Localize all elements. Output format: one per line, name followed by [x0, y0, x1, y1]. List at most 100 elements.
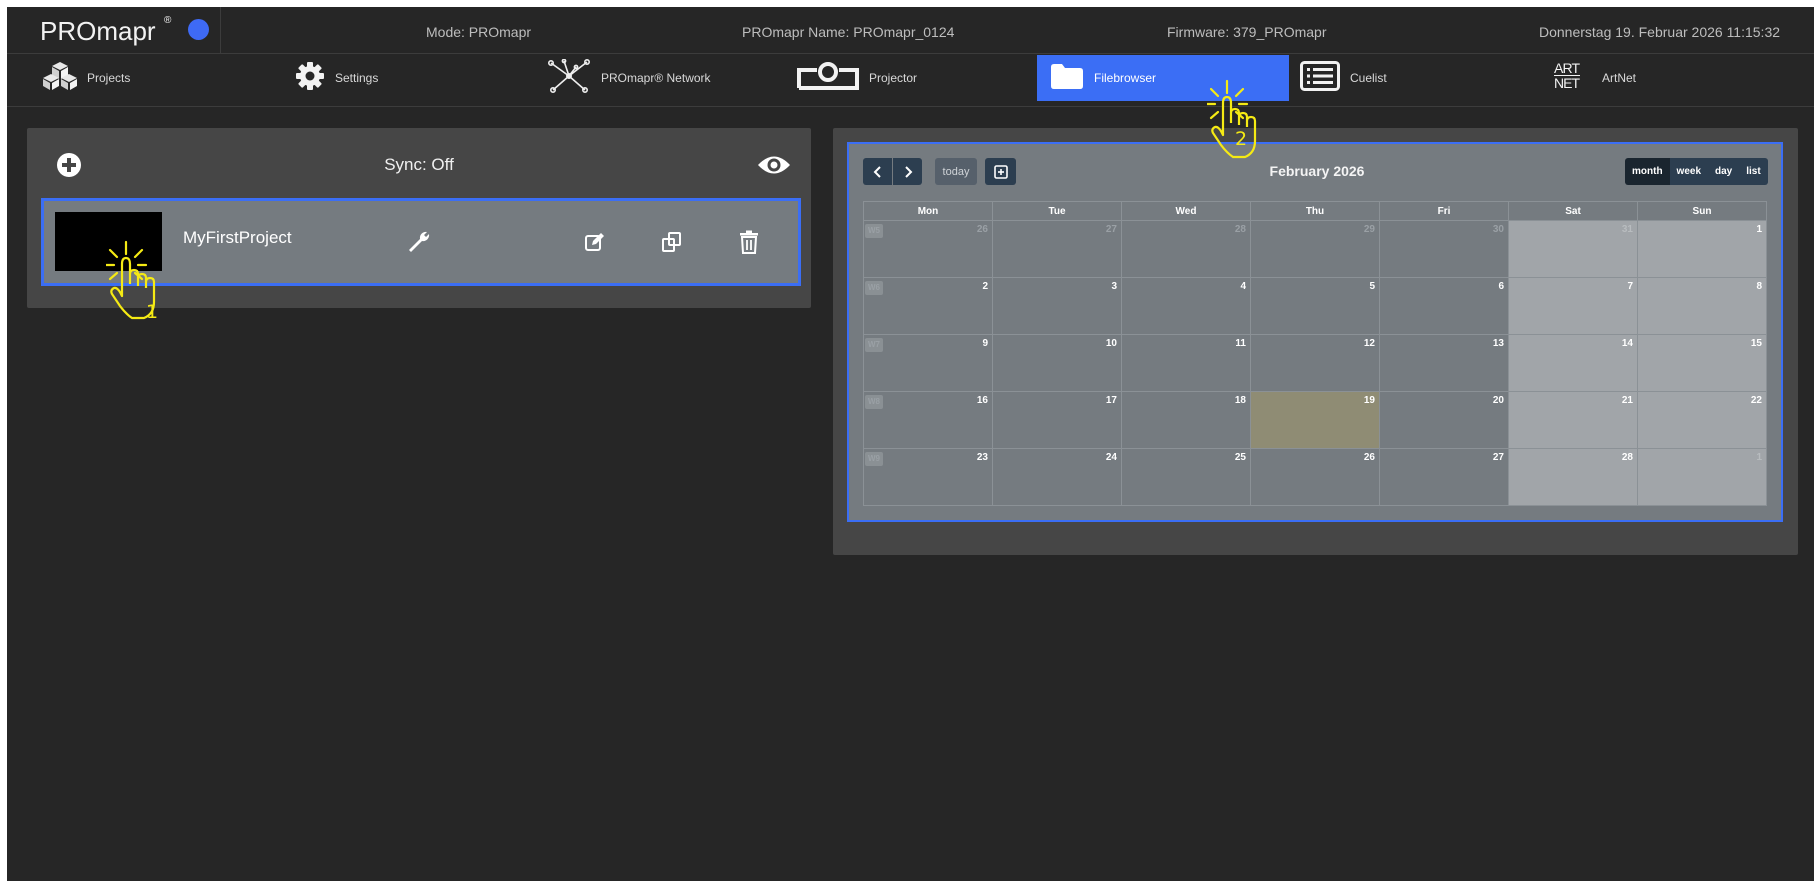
calendar-day[interactable]: 14	[1508, 334, 1638, 392]
status-bar: PROmapr ® Mode: PROmapr PROmapr Name: PR…	[7, 7, 1814, 54]
tap-hand-icon	[1205, 79, 1277, 172]
day-number: 26	[976, 224, 988, 235]
project-name: MyFirstProject	[183, 228, 292, 247]
day-number: 19	[1363, 395, 1375, 406]
calendar-day[interactable]: 3	[992, 277, 1122, 335]
calendar-day[interactable]: 1	[1637, 220, 1767, 278]
calendar-day[interactable]: 28	[1121, 220, 1251, 278]
cubes-icon	[43, 61, 77, 96]
calendar-day[interactable]: W5 26	[863, 220, 993, 278]
network-icon	[547, 58, 591, 98]
calendar-day[interactable]: 27	[1379, 448, 1509, 506]
calendar-day[interactable]: 1	[1637, 448, 1767, 506]
week-number: W8	[865, 395, 883, 409]
nav-tab-cuelist[interactable]: Cuelist	[1300, 55, 1500, 101]
nav-tab-network[interactable]: PROmapr® Network	[547, 55, 767, 101]
edit-icon[interactable]	[581, 228, 609, 256]
logo-registered-mark: ®	[164, 15, 172, 26]
trash-icon[interactable]	[735, 228, 763, 256]
nav-tab-settings[interactable]: Settings	[295, 55, 495, 101]
calendar-day[interactable]: 25	[1121, 448, 1251, 506]
calendar-day[interactable]: 17	[992, 391, 1122, 449]
calendar-day[interactable]: 5	[1250, 277, 1380, 335]
view-month-button[interactable]: month	[1625, 158, 1670, 185]
calendar-day[interactable]: 26	[1250, 448, 1380, 506]
calendar-day[interactable]: 13	[1379, 334, 1509, 392]
day-number: 2	[982, 281, 988, 292]
mode-status: Mode: PROmapr	[426, 24, 532, 40]
sync-status: Sync: Off	[384, 155, 454, 174]
day-number: 17	[1105, 395, 1117, 406]
app-logo: PROmapr	[40, 16, 156, 46]
weekday-header: Thu	[1250, 201, 1380, 221]
calendar-view-switcher: month week day list	[1625, 158, 1768, 185]
calendar-day[interactable]: 31	[1508, 220, 1638, 278]
weekday-header: Tue	[992, 201, 1122, 221]
calendar-day[interactable]: 22	[1637, 391, 1767, 449]
nav-tab-projector[interactable]: Projector	[797, 55, 997, 101]
day-number: 28	[1621, 452, 1633, 463]
day-number: 20	[1492, 395, 1504, 406]
day-number: 26	[1363, 452, 1375, 463]
calendar-grid: Mon Tue Wed Thu Fri Sat Sun W5 26 27 28 2	[863, 201, 1767, 506]
nav-label-settings: Settings	[335, 71, 379, 85]
calendar-day[interactable]: 28	[1508, 448, 1638, 506]
folder-icon	[1050, 62, 1084, 95]
calendar-day[interactable]: 29	[1250, 220, 1380, 278]
nav-label-filebrowser: Filebrowser	[1094, 71, 1157, 85]
firmware-status: Firmware: 379_PROmapr	[1167, 24, 1327, 40]
calendar-day[interactable]: W9 23	[863, 448, 993, 506]
calendar-day[interactable]: 10	[992, 334, 1122, 392]
calendar-day[interactable]: W6 2	[863, 277, 993, 335]
calendar-week-row: W8 16 17 18 19 20 21 22	[863, 391, 1767, 449]
nav-label-network: PROmapr® Network	[601, 71, 711, 85]
view-day-button[interactable]: day	[1708, 158, 1740, 185]
tap-step-number: 2	[1235, 128, 1248, 150]
eye-icon[interactable]	[757, 154, 791, 176]
week-number: W5	[865, 224, 883, 238]
day-number: 21	[1621, 395, 1633, 406]
calendar-day[interactable]: 11	[1121, 334, 1251, 392]
tap-hand-icon	[104, 240, 176, 333]
calendar-day[interactable]: 30	[1379, 220, 1509, 278]
calendar-day[interactable]: 21	[1508, 391, 1638, 449]
calendar-week-row: W9 23 24 25 26 27 28 1	[863, 448, 1767, 506]
day-number: 10	[1105, 338, 1117, 349]
calendar-day[interactable]: 8	[1637, 277, 1767, 335]
day-number: 15	[1750, 338, 1762, 349]
calendar-day[interactable]: 27	[992, 220, 1122, 278]
view-week-button[interactable]: week	[1669, 158, 1709, 185]
calendar-day[interactable]: 18	[1121, 391, 1251, 449]
calendar-day[interactable]: W7 9	[863, 334, 993, 392]
day-number: 6	[1498, 281, 1504, 292]
svg-text:ART: ART	[1554, 60, 1580, 76]
calendar-day-today[interactable]: 19	[1250, 391, 1380, 449]
nav-tab-projects[interactable]: Projects	[43, 55, 243, 101]
duplicate-icon[interactable]	[658, 228, 686, 256]
weekday-header: Wed	[1121, 201, 1251, 221]
wrench-icon[interactable]	[405, 228, 433, 256]
calendar-day[interactable]: 20	[1379, 391, 1509, 449]
day-number: 1	[1756, 452, 1762, 463]
calendar-week-row: W5 26 27 28 29 30 31 1	[863, 220, 1767, 278]
day-number: 11	[1235, 338, 1246, 349]
day-number: 7	[1627, 281, 1633, 292]
calendar-day[interactable]: W8 16	[863, 391, 993, 449]
nav-label-projector: Projector	[869, 71, 918, 85]
day-number: 27	[1492, 452, 1504, 463]
calendar-day[interactable]: 24	[992, 448, 1122, 506]
datetime-status: Donnerstag 19. Februar 2026 11:15:32	[1539, 24, 1781, 40]
calendar-day[interactable]: 6	[1379, 277, 1509, 335]
calendar-day[interactable]: 15	[1637, 334, 1767, 392]
nav-tab-artnet[interactable]: ART NET ArtNet	[1552, 55, 1752, 101]
view-list-button[interactable]: list	[1739, 158, 1768, 185]
day-number: 28	[1234, 224, 1246, 235]
day-number: 3	[1111, 281, 1117, 292]
calendar-day[interactable]: 7	[1508, 277, 1638, 335]
day-number: 14	[1621, 338, 1633, 349]
calendar-day[interactable]: 12	[1250, 334, 1380, 392]
device-name-status: PROmapr Name: PROmapr_0124	[742, 24, 955, 40]
weekday-header: Sun	[1637, 201, 1767, 221]
calendar-day[interactable]: 4	[1121, 277, 1251, 335]
tap-step-number: 1	[146, 301, 159, 323]
